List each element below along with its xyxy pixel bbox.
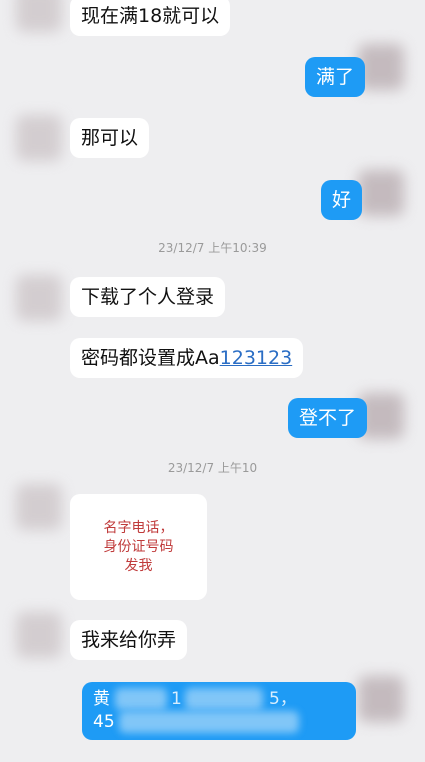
image-caption-line: 发我 <box>124 557 153 574</box>
redacted-text: 黄 <box>93 689 110 709</box>
image-caption-line: 身份证号码 <box>103 538 174 555</box>
redacted-text: 5， <box>269 689 297 709</box>
contact-avatar[interactable] <box>16 115 62 161</box>
contact-avatar[interactable] <box>16 275 62 321</box>
image-caption: 名字电话， 身份证号码 发我 <box>104 519 174 576</box>
contact-avatar[interactable] <box>16 0 62 32</box>
message-bubble-outgoing[interactable]: 登不了 <box>288 398 368 438</box>
message-bubble-incoming[interactable]: 我来给你弄 <box>70 620 188 660</box>
message-text: 密码都设置成Aa <box>81 347 220 369</box>
redacted-text: 1 <box>171 689 182 709</box>
message-bubble-incoming[interactable]: 下载了个人登录 <box>70 277 226 317</box>
message-bubble-outgoing[interactable]: 好 <box>321 180 363 220</box>
self-avatar[interactable] <box>358 676 404 722</box>
contact-avatar[interactable] <box>16 484 62 530</box>
redaction-blur <box>185 688 263 710</box>
self-avatar[interactable] <box>358 170 404 216</box>
image-caption-line: 名字电话， <box>103 519 174 536</box>
redaction-blur <box>115 688 167 710</box>
message-timestamp: 23/12/7 上午10:39 <box>158 241 267 255</box>
message-timestamp: 23/12/7 上午10 <box>167 461 258 475</box>
message-bubble-outgoing[interactable]: 满了 <box>305 57 366 97</box>
image-message[interactable]: 名字电话， 身份证号码 发我 <box>70 494 207 600</box>
phone-number-link[interactable]: 123123 <box>220 347 293 369</box>
message-bubble-incoming[interactable]: 那可以 <box>70 118 150 158</box>
contact-avatar[interactable] <box>16 612 62 658</box>
message-bubble-incoming[interactable]: 现在满18就可以 <box>70 0 231 36</box>
redaction-blur <box>119 711 299 733</box>
message-bubble-outgoing-redacted[interactable]: 黄 1 5， 45 <box>82 682 356 740</box>
message-bubble-incoming[interactable]: 密码都设置成Aa123123 <box>70 338 304 378</box>
redacted-text: 45 <box>93 712 115 732</box>
